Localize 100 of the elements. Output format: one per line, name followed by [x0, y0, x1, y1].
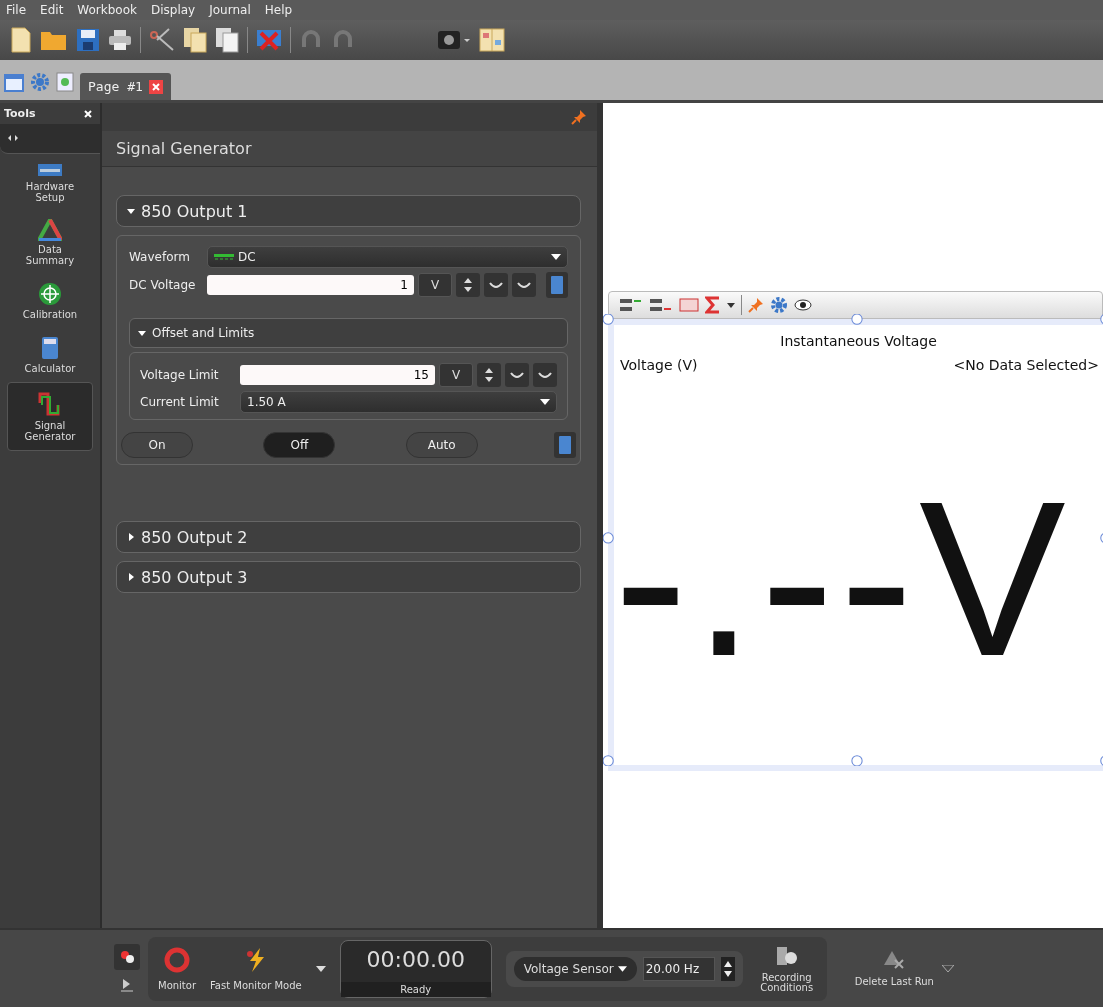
field-label: Current Limit: [140, 395, 220, 409]
spinner-icon[interactable]: [456, 273, 480, 297]
menu-item[interactable]: Workbook: [77, 3, 137, 17]
panel-title: Signal Generator: [102, 131, 597, 167]
calculator-icon[interactable]: [546, 272, 568, 298]
output-title: 850 Output 3: [141, 567, 248, 587]
square-wave-icon: [38, 391, 62, 417]
paste-icon[interactable]: [215, 27, 239, 53]
spinner-icon[interactable]: [477, 363, 501, 387]
curve-icon[interactable]: [484, 273, 508, 297]
dropdown-value: DC: [238, 250, 256, 264]
section-header[interactable]: Offset and Limits: [129, 318, 568, 348]
menu-item[interactable]: Edit: [40, 3, 64, 17]
sensor-name: Voltage Sensor: [523, 961, 614, 976]
mode-button[interactable]: Auto: [405, 432, 478, 458]
tool-item[interactable]: Hardware Setup: [7, 154, 93, 211]
camera-icon[interactable]: [437, 28, 471, 52]
delete-run-icon[interactable]: [883, 950, 906, 970]
tool-item[interactable]: Signal Generator: [7, 382, 93, 451]
fast-monitor-label: Fast Monitor Mode: [210, 980, 302, 991]
status-label: Ready: [340, 981, 491, 997]
field-label: Waveform: [129, 250, 191, 264]
measurement-label[interactable]: Voltage (V): [620, 357, 698, 373]
current-limit-dropdown[interactable]: 1.50 A: [240, 391, 557, 413]
output-title: 850 Output 2: [141, 527, 248, 547]
caret-right-icon: [127, 573, 135, 581]
curve-icon[interactable]: [512, 273, 536, 297]
menu-item[interactable]: File: [6, 3, 27, 17]
caret-right-icon: [127, 533, 135, 541]
output-header[interactable]: 850 Output 2: [116, 521, 581, 553]
decimal-increase-icon[interactable]: [619, 297, 643, 313]
panel-title: Tools: [4, 107, 36, 120]
folder-icon[interactable]: [40, 29, 68, 51]
output-header[interactable]: 850 Output 1: [116, 195, 581, 227]
menu-item[interactable]: Help: [264, 3, 293, 17]
caret-down-icon: [138, 329, 146, 337]
display-title: Instantaneous Voltage: [779, 333, 938, 349]
dc-icon: [214, 253, 234, 261]
tool-item[interactable]: Calibration: [7, 274, 93, 328]
recording-conditions-label: Recording Conditions: [759, 972, 815, 993]
section-title: Offset and Limits: [152, 326, 255, 340]
page-tab[interactable]: Page #1: [80, 73, 171, 100]
sensor-dropdown[interactable]: Voltage Sensor: [513, 956, 637, 981]
save-icon[interactable]: [76, 28, 100, 52]
voltage-input[interactable]: 1: [207, 275, 414, 295]
spinner-icon[interactable]: [720, 956, 735, 981]
dropdown-arrow-icon: [551, 254, 561, 260]
output-title: 850 Output 1: [141, 201, 248, 221]
dropdown-value: 1.50 A: [247, 395, 286, 409]
recording-conditions-icon[interactable]: [775, 944, 798, 967]
scissors-icon[interactable]: [149, 27, 175, 53]
close-icon[interactable]: [148, 79, 163, 94]
eye-icon[interactable]: [794, 299, 812, 311]
output-header[interactable]: 850 Output 3: [116, 561, 581, 593]
delete-run-label: Delete Last Run: [854, 976, 934, 987]
dropdown-arrow-icon[interactable]: [941, 965, 954, 972]
tool-label: Calibration: [21, 309, 79, 320]
unit-button[interactable]: V: [439, 363, 473, 387]
play-icon[interactable]: [120, 977, 134, 994]
sigma-icon[interactable]: [705, 296, 721, 314]
caret-down-icon[interactable]: [727, 302, 735, 308]
tab-label: Page #1: [88, 79, 143, 94]
calculator-icon[interactable]: [554, 432, 576, 458]
curve-icon[interactable]: [533, 363, 557, 387]
window-icon[interactable]: [4, 74, 24, 92]
curve-icon[interactable]: [505, 363, 529, 387]
mode-button[interactable]: Off: [263, 432, 336, 458]
dropdown-arrow-icon: [617, 965, 627, 972]
new-file-icon[interactable]: [10, 27, 32, 53]
pin-icon[interactable]: [571, 109, 587, 125]
mode-button[interactable]: On: [121, 432, 193, 458]
hardware-icon: [37, 162, 63, 178]
calculator-icon: [41, 336, 59, 360]
tool-item[interactable]: Data Summary: [7, 211, 93, 274]
voltage-limit-input[interactable]: 15: [240, 365, 435, 385]
data-source-label[interactable]: <No Data Selected>: [953, 357, 1099, 373]
copy-icon[interactable]: [183, 27, 207, 53]
record-icon[interactable]: [114, 943, 140, 970]
pin-icon[interactable]: [748, 297, 764, 313]
tool-label: Data Summary: [24, 244, 76, 266]
decimal-decrease-icon[interactable]: [649, 297, 673, 313]
menu-item[interactable]: Journal: [209, 3, 251, 17]
arrows-icon[interactable]: [8, 135, 18, 141]
tool-item[interactable]: Calculator: [7, 328, 93, 382]
close-icon[interactable]: [84, 109, 92, 118]
monitor-label: Monitor: [158, 980, 196, 991]
crosshair-icon: [38, 282, 62, 306]
field-label: Voltage Limit: [140, 368, 220, 382]
timer-value: 00:00.00: [366, 945, 465, 974]
dropdown-arrow-icon: [540, 399, 550, 405]
field-label: DC Voltage: [129, 278, 197, 292]
menu-item[interactable]: Display: [151, 3, 196, 17]
journal-icon[interactable]: [479, 27, 505, 53]
print-icon[interactable]: [108, 29, 132, 51]
dropdown-arrow-icon[interactable]: [315, 965, 326, 972]
waveform-dropdown[interactable]: DC: [207, 246, 568, 268]
unit-button[interactable]: V: [418, 273, 452, 297]
caret-down-icon: [127, 207, 135, 215]
settings-icon[interactable]: [770, 296, 788, 314]
sample-rate-input[interactable]: 20.00 Hz: [642, 956, 715, 981]
